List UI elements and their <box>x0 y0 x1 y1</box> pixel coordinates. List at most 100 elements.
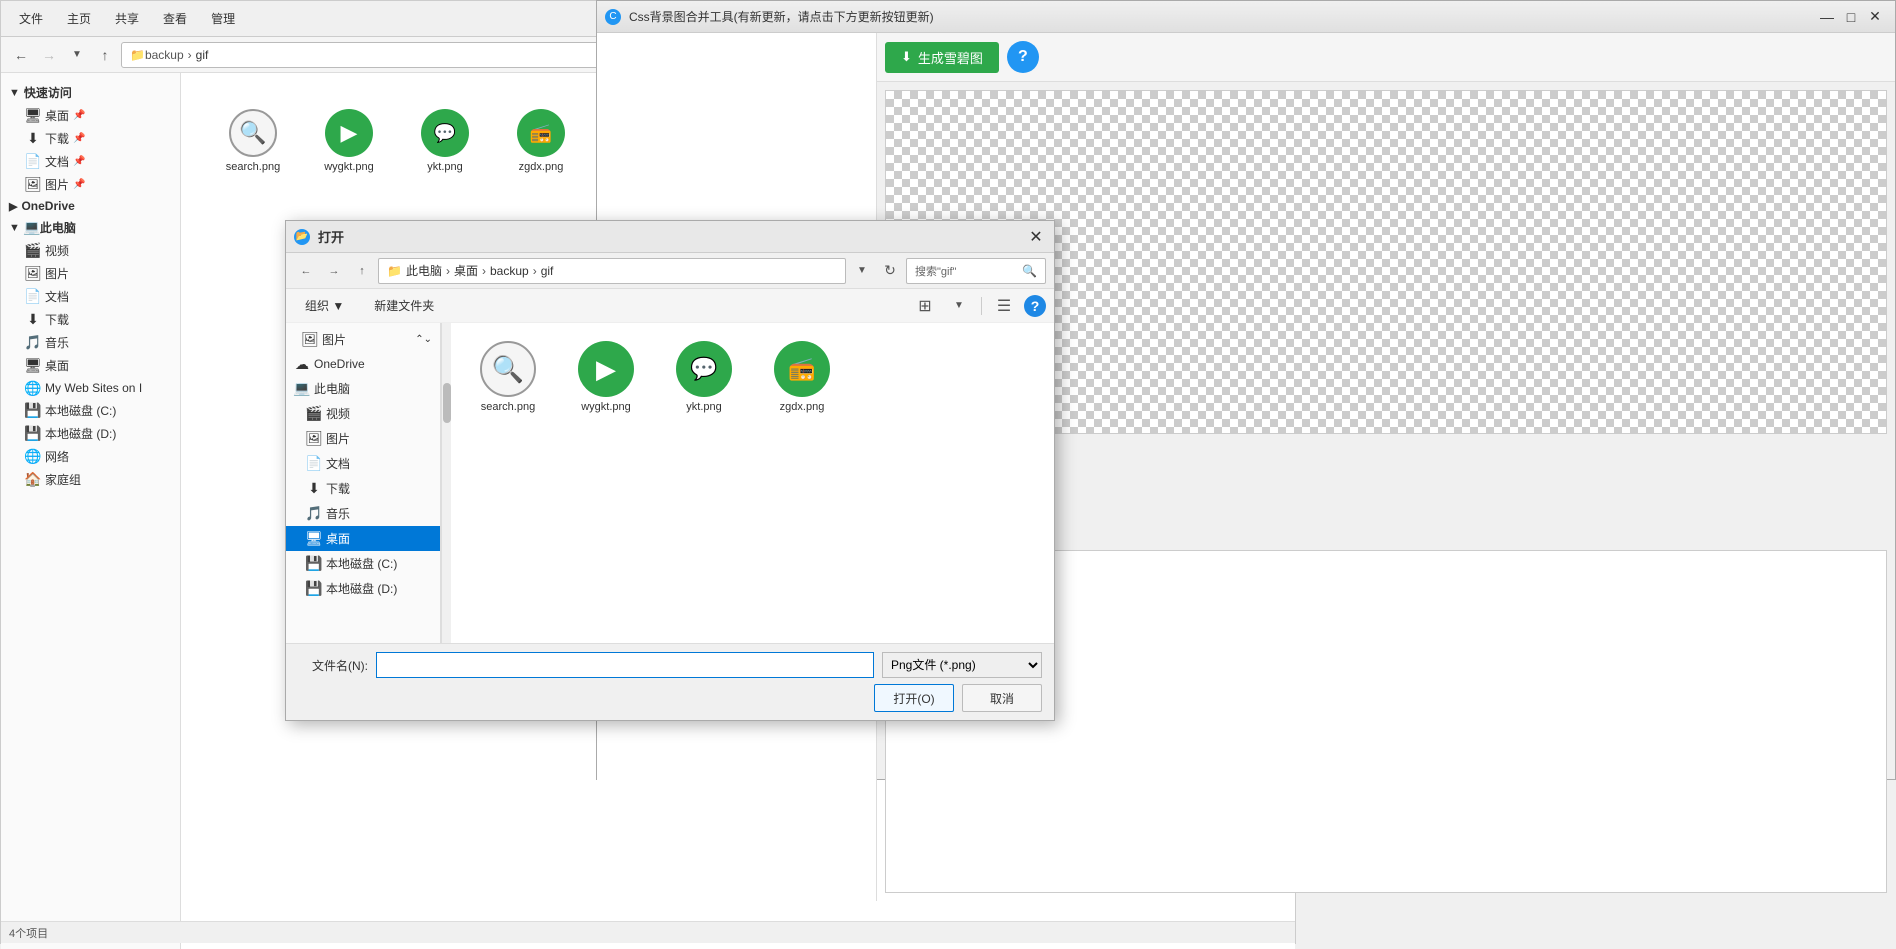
dialog-icon: 📂 <box>294 229 310 245</box>
dialog-forward-btn[interactable]: → <box>322 259 346 283</box>
filetype-select[interactable]: Png文件 (*.png) 所有文件 (*.*) <box>882 652 1042 678</box>
dlg-pics-icon: 🖼 <box>302 332 318 348</box>
dialog-up-btn[interactable]: ↑ <box>350 259 374 283</box>
dropdown-btn[interactable]: ▼ <box>65 43 89 67</box>
video-icon: 🎬 <box>25 243 41 259</box>
homegroup-icon: 🏠 <box>25 472 41 488</box>
dialog-back-btn[interactable]: ← <box>294 259 318 283</box>
tab-home[interactable]: 主页 <box>57 6 101 31</box>
sidebar-item-desktop[interactable]: 🖥 桌面 📌 <box>1 104 180 127</box>
dialog-sidebar: 🖼 图片 ⌃⌄ ☁ OneDrive 💻 此电脑 🎬 视频 🖼 图片 📄 <box>286 323 441 643</box>
sidebar-item-network[interactable]: 🌐 网络 <box>1 445 180 468</box>
dialog-address-bar: ← → ↑ 📁 此电脑 › 桌面 › backup › gif ▼ ↻ 搜索"g… <box>286 253 1054 289</box>
dialog-file-name-zgdx: zgdx.png <box>780 401 825 413</box>
dialog-sidebar-item-pictures[interactable]: 🖼 图片 ⌃⌄ <box>286 327 440 352</box>
dialog-titlebar: 📂 打开 ✕ <box>286 221 1054 253</box>
sidebar-item-disk-d[interactable]: 💾 本地磁盘 (D:) <box>1 422 180 445</box>
sidebar-item-disk-c[interactable]: 💾 本地磁盘 (C:) <box>1 399 180 422</box>
dlg-pics2-icon: 🖼 <box>306 431 322 447</box>
dialog-sidebar-item-thispc[interactable]: 💻 此电脑 <box>286 376 440 401</box>
view-grid-btn[interactable]: ⊞ <box>911 292 939 320</box>
sidebar-item-dl[interactable]: ⬇ 下载 <box>1 308 180 331</box>
sidebar-item-desktop2[interactable]: 🖥 桌面 <box>1 354 180 377</box>
dialog-sidebar-item-onedrive[interactable]: ☁ OneDrive <box>286 352 440 376</box>
disk-d-icon: 💾 <box>25 426 41 442</box>
sidebar-item-music[interactable]: 🎵 音乐 <box>1 331 180 354</box>
sidebar-item-pictures[interactable]: 🖼 图片 <box>1 262 180 285</box>
minimize-btn[interactable]: — <box>1815 5 1839 29</box>
dialog-sidebar-item-music[interactable]: 🎵 音乐 <box>286 501 440 526</box>
this-pc-icon: 💻 <box>24 220 40 236</box>
quick-access-header[interactable]: ▼ 快速访问 <box>1 81 180 104</box>
dialog-sidebar-item-video[interactable]: 🎬 视频 <box>286 401 440 426</box>
tab-view[interactable]: 查看 <box>153 6 197 31</box>
dialog-file-search[interactable]: 🔍 search.png <box>463 335 553 419</box>
search-file-icon: 🔍 <box>229 109 277 157</box>
maximize-btn[interactable]: □ <box>1839 5 1863 29</box>
dialog-file-ykt[interactable]: 💬 ykt.png <box>659 335 749 419</box>
dialog-zgdx-icon: 📻 <box>774 341 830 397</box>
dialog-file-zgdx[interactable]: 📻 zgdx.png <box>757 335 847 419</box>
css-tool-titlebar: C Css背景图合并工具(有新更新，请点击下方更新按钮更新) — □ ✕ <box>597 1 1895 33</box>
sidebar-item-documents[interactable]: 📄 文档 <box>1 285 180 308</box>
tab-share[interactable]: 共享 <box>105 6 149 31</box>
file-item-zgdx[interactable]: 📻 zgdx.png <box>501 105 581 177</box>
dialog-file-name-ykt: ykt.png <box>686 401 721 413</box>
back-btn[interactable]: ← <box>9 43 33 67</box>
sidebar-item-pics[interactable]: 🖼 图片 📌 <box>1 173 180 196</box>
help-dialog-btn[interactable]: ? <box>1024 295 1046 317</box>
cancel-btn[interactable]: 取消 <box>962 684 1042 712</box>
view-dropdown-btn[interactable]: ▼ <box>947 294 971 318</box>
onedrive-label: OneDrive <box>21 199 74 213</box>
dialog-sidebar-item-docs[interactable]: 📄 文档 <box>286 451 440 476</box>
explorer-sidebar: ▼ 快速访问 🖥 桌面 📌 ⬇ 下载 📌 📄 文档 📌 🖼 图片 � <box>1 73 181 949</box>
forward-btn[interactable]: → <box>37 43 61 67</box>
new-folder-btn[interactable]: 新建文件夹 <box>363 293 445 318</box>
dialog-search-icon: 🔍 <box>480 341 536 397</box>
view-details-btn[interactable]: ☰ <box>992 294 1016 318</box>
quick-access-label: 快速访问 <box>24 84 72 101</box>
dialog-sidebar-item-diskc[interactable]: 💾 本地磁盘 (C:) <box>286 551 440 576</box>
this-pc-header[interactable]: ▼ 💻 此电脑 <box>1 216 180 239</box>
dialog-file-wygkt[interactable]: ▶ wygkt.png <box>561 335 651 419</box>
dlg-pc-icon: 💻 <box>294 381 310 397</box>
file-item-ykt[interactable]: 💬 ykt.png <box>405 105 485 177</box>
sidebar-item-downloads[interactable]: ⬇ 下载 📌 <box>1 127 180 150</box>
dialog-refresh-btn[interactable]: ↻ <box>878 259 902 283</box>
sidebar-item-docs[interactable]: 📄 文档 📌 <box>1 150 180 173</box>
open-btn[interactable]: 打开(O) <box>874 684 954 712</box>
dialog-search-icon: 🔍 <box>1022 264 1037 278</box>
file-name-ykt: ykt.png <box>427 161 462 173</box>
close-btn[interactable]: ✕ <box>1863 5 1887 29</box>
dialog-addr-dropdown[interactable]: ▼ <box>850 259 874 283</box>
dialog-address-path[interactable]: 📁 此电脑 › 桌面 › backup › gif <box>378 258 846 284</box>
file-item-wygkt[interactable]: ▶ wygkt.png <box>309 105 389 177</box>
dialog-title: 打开 <box>318 227 1026 246</box>
dialog-sidebar-item-pics2[interactable]: 🖼 图片 <box>286 426 440 451</box>
file-item-search[interactable]: 🔍 search.png <box>213 105 293 177</box>
tab-file[interactable]: 文件 <box>9 6 53 31</box>
address-icon: 📁 <box>130 48 145 62</box>
dialog-close-btn[interactable]: ✕ <box>1026 227 1046 247</box>
scrollbar-thumb <box>443 383 451 423</box>
dialog-sidebar-item-downloads[interactable]: ⬇ 下载 <box>286 476 440 501</box>
wygkt-icon: ▶ <box>325 109 373 157</box>
dialog-sidebar-item-diskd[interactable]: 💾 本地磁盘 (D:) <box>286 576 440 601</box>
filename-input[interactable] <box>376 652 874 678</box>
dialog-wygkt-icon: ▶ <box>578 341 634 397</box>
sidebar-item-homegroup[interactable]: 🏠 家庭组 <box>1 468 180 491</box>
dialog-sidebar-scrollbar[interactable] <box>441 323 451 643</box>
sidebar-item-mywebsites[interactable]: 🌐 My Web Sites on I <box>1 377 180 399</box>
css-tool-icon: C <box>605 9 621 25</box>
dlg-onedrive-icon: ☁ <box>294 356 310 372</box>
organize-btn[interactable]: 组织 ▼ <box>294 293 355 318</box>
help-btn[interactable]: ? <box>1007 41 1039 73</box>
tab-manage[interactable]: 管理 <box>201 6 245 31</box>
network-icon: 🌐 <box>25 449 41 465</box>
dialog-search[interactable]: 搜索"gif" 🔍 <box>906 258 1046 284</box>
onedrive-header[interactable]: ▶ OneDrive <box>1 196 180 216</box>
up-btn[interactable]: ↑ <box>93 43 117 67</box>
dialog-sidebar-item-desktop[interactable]: 🖥 桌面 <box>286 526 440 551</box>
sidebar-item-video[interactable]: 🎬 视频 <box>1 239 180 262</box>
generate-btn[interactable]: ⬇ 生成雪碧图 <box>885 42 999 73</box>
